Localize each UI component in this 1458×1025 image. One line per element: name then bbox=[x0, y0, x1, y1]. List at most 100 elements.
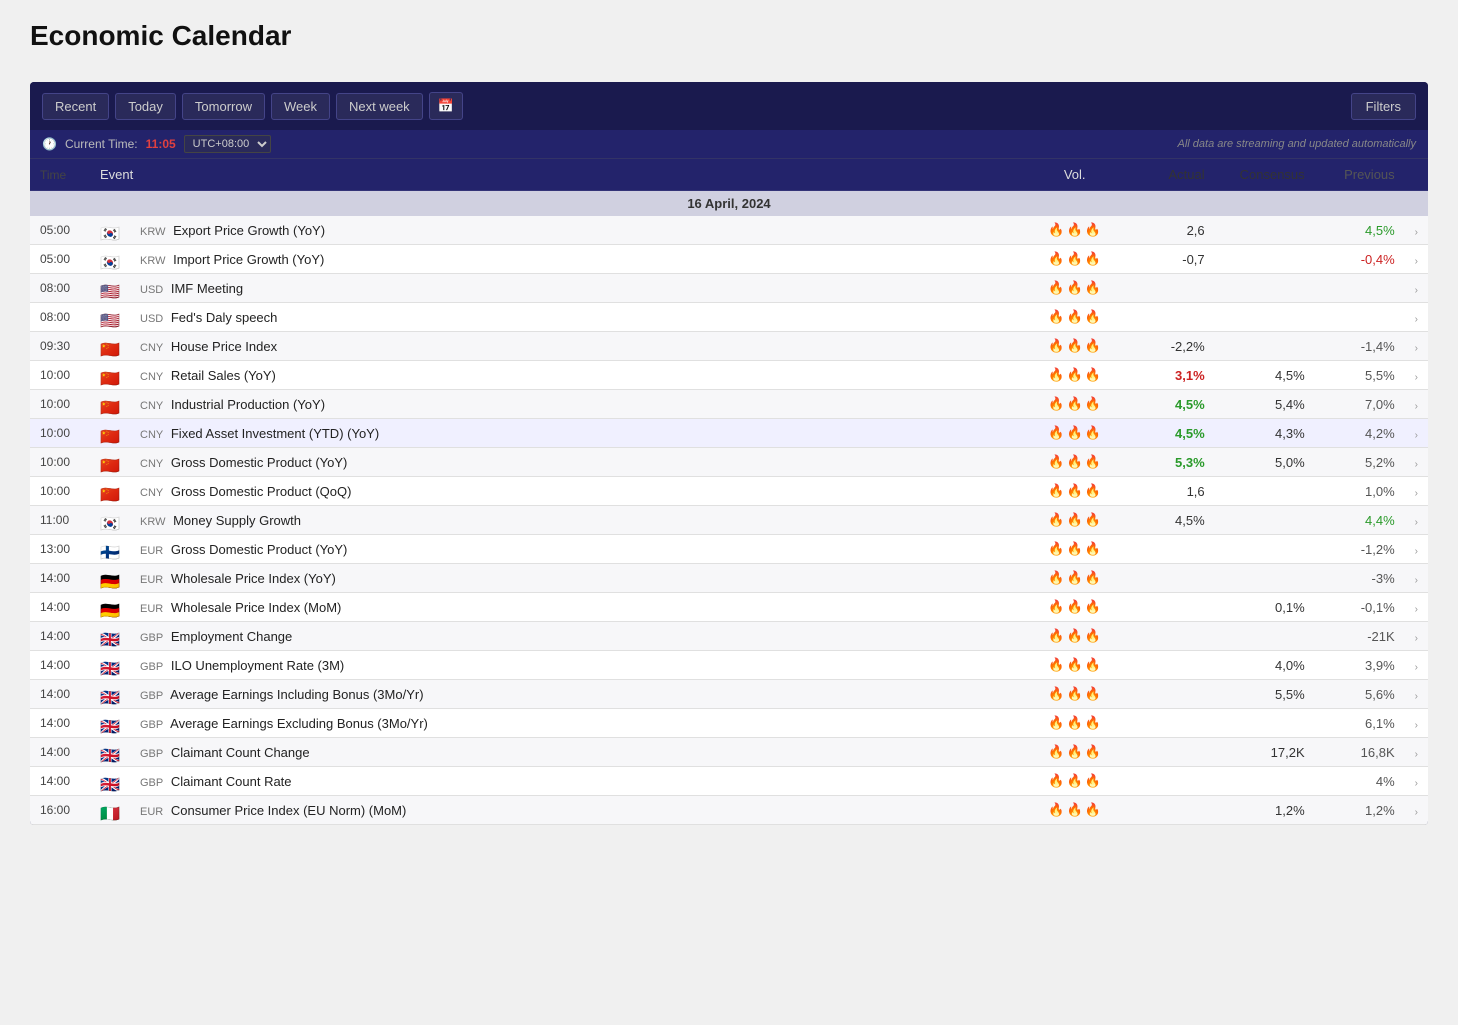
vol-dot-filled: 🔥 bbox=[1067, 773, 1083, 789]
row-arrow[interactable]: › bbox=[1405, 506, 1428, 535]
vol-dot-filled: 🔥 bbox=[1067, 686, 1083, 702]
btn-next-week[interactable]: Next week bbox=[336, 93, 423, 120]
row-arrow[interactable]: › bbox=[1405, 796, 1428, 825]
event-time: 14:00 bbox=[30, 651, 90, 680]
vol-dot-filled: 🔥 bbox=[1067, 222, 1083, 238]
row-arrow[interactable]: › bbox=[1405, 709, 1428, 738]
vol-dot-filled: 🔥 bbox=[1048, 309, 1064, 325]
row-arrow[interactable]: › bbox=[1405, 680, 1428, 709]
btn-tomorrow[interactable]: Tomorrow bbox=[182, 93, 265, 120]
table-row[interactable]: 10:00 🇨🇳 CNY Retail Sales (YoY) 🔥🔥🔥 3,1%… bbox=[30, 361, 1428, 390]
previous-value: 4,5% bbox=[1315, 216, 1405, 245]
table-row[interactable]: 10:00 🇨🇳 CNY Gross Domestic Product (QoQ… bbox=[30, 477, 1428, 506]
table-row[interactable]: 16:00 🇮🇹 EUR Consumer Price Index (EU No… bbox=[30, 796, 1428, 825]
btn-recent[interactable]: Recent bbox=[42, 93, 109, 120]
country-flag: 🇰🇷 bbox=[100, 224, 120, 238]
streaming-note: All data are streaming and updated autom… bbox=[1178, 138, 1416, 150]
row-arrow[interactable]: › bbox=[1405, 651, 1428, 680]
table-row[interactable]: 14:00 🇬🇧 GBP Employment Change 🔥🔥🔥 -21K … bbox=[30, 622, 1428, 651]
vol-dot-filled: 🔥 bbox=[1048, 657, 1064, 673]
vol-dot-filled: 🔥 bbox=[1067, 657, 1083, 673]
currency-label: CNY bbox=[140, 400, 163, 412]
row-arrow[interactable]: › bbox=[1405, 738, 1428, 767]
currency-label: CNY bbox=[140, 371, 163, 383]
event-time: 11:00 bbox=[30, 506, 90, 535]
row-arrow[interactable]: › bbox=[1405, 419, 1428, 448]
table-row[interactable]: 14:00 🇬🇧 GBP ILO Unemployment Rate (3M) … bbox=[30, 651, 1428, 680]
consensus-value: 17,2K bbox=[1215, 738, 1315, 767]
row-arrow[interactable]: › bbox=[1405, 593, 1428, 622]
header-event: Event bbox=[90, 159, 1025, 191]
table-row[interactable]: 14:00 🇬🇧 GBP Average Earnings Excluding … bbox=[30, 709, 1428, 738]
calendar-icon-button[interactable]: 📅 bbox=[429, 92, 463, 120]
flag-cell: 🇬🇧 bbox=[90, 651, 130, 680]
row-arrow[interactable]: › bbox=[1405, 245, 1428, 274]
consensus-value bbox=[1215, 477, 1315, 506]
row-arrow[interactable]: › bbox=[1405, 274, 1428, 303]
event-time: 14:00 bbox=[30, 593, 90, 622]
flag-cell: 🇬🇧 bbox=[90, 767, 130, 796]
event-time: 05:00 bbox=[30, 245, 90, 274]
vol-dot-filled: 🔥 bbox=[1085, 222, 1101, 238]
table-row[interactable]: 14:00 🇬🇧 GBP Claimant Count Rate 🔥🔥🔥 4% … bbox=[30, 767, 1428, 796]
current-time-value: 11:05 bbox=[146, 137, 176, 151]
event-time: 13:00 bbox=[30, 535, 90, 564]
flag-cell: 🇨🇳 bbox=[90, 361, 130, 390]
row-arrow[interactable]: › bbox=[1405, 564, 1428, 593]
table-row[interactable]: 08:00 🇺🇸 USD Fed's Daly speech 🔥🔥🔥 › bbox=[30, 303, 1428, 332]
event-name: Wholesale Price Index (YoY) bbox=[171, 571, 336, 586]
table-row[interactable]: 14:00 🇬🇧 GBP Average Earnings Including … bbox=[30, 680, 1428, 709]
flag-cell: 🇬🇧 bbox=[90, 680, 130, 709]
row-arrow[interactable]: › bbox=[1405, 332, 1428, 361]
country-flag: 🇬🇧 bbox=[100, 630, 120, 644]
btn-week[interactable]: Week bbox=[271, 93, 330, 120]
previous-value: 6,1% bbox=[1315, 709, 1405, 738]
table-row[interactable]: 10:00 🇨🇳 CNY Gross Domestic Product (YoY… bbox=[30, 448, 1428, 477]
consensus-value: 5,0% bbox=[1215, 448, 1315, 477]
filters-button[interactable]: Filters bbox=[1351, 93, 1416, 120]
actual-value bbox=[1125, 738, 1215, 767]
btn-today[interactable]: Today bbox=[115, 93, 176, 120]
consensus-value: 0,1% bbox=[1215, 593, 1315, 622]
table-row[interactable]: 10:00 🇨🇳 CNY Industrial Production (YoY)… bbox=[30, 390, 1428, 419]
page-title: Economic Calendar bbox=[30, 20, 1428, 52]
row-arrow[interactable]: › bbox=[1405, 448, 1428, 477]
table-row[interactable]: 13:00 🇫🇮 EUR Gross Domestic Product (YoY… bbox=[30, 535, 1428, 564]
vol-dot-filled: 🔥 bbox=[1085, 773, 1101, 789]
vol-dot-filled: 🔥 bbox=[1085, 512, 1101, 528]
vol-dot-filled: 🔥 bbox=[1085, 570, 1101, 586]
country-flag: 🇬🇧 bbox=[100, 688, 120, 702]
table-row[interactable]: 05:00 🇰🇷 KRW Export Price Growth (YoY) 🔥… bbox=[30, 216, 1428, 245]
row-arrow[interactable]: › bbox=[1405, 622, 1428, 651]
vol-dot-filled: 🔥 bbox=[1048, 744, 1064, 760]
consensus-value bbox=[1215, 709, 1315, 738]
event-details: USD Fed's Daly speech bbox=[130, 303, 1025, 332]
table-row[interactable]: 05:00 🇰🇷 KRW Import Price Growth (YoY) 🔥… bbox=[30, 245, 1428, 274]
row-arrow[interactable]: › bbox=[1405, 535, 1428, 564]
table-row[interactable]: 08:00 🇺🇸 USD IMF Meeting 🔥🔥🔥 › bbox=[30, 274, 1428, 303]
table-row[interactable]: 11:00 🇰🇷 KRW Money Supply Growth 🔥🔥🔥 4,5… bbox=[30, 506, 1428, 535]
table-row[interactable]: 14:00 🇩🇪 EUR Wholesale Price Index (YoY)… bbox=[30, 564, 1428, 593]
table-row[interactable]: 10:00 🇨🇳 CNY Fixed Asset Investment (YTD… bbox=[30, 419, 1428, 448]
volatility-cell: 🔥🔥🔥 bbox=[1025, 593, 1125, 622]
row-arrow[interactable]: › bbox=[1405, 477, 1428, 506]
previous-value: 5,6% bbox=[1315, 680, 1405, 709]
event-details: EUR Gross Domestic Product (YoY) bbox=[130, 535, 1025, 564]
table-row[interactable]: 14:00 🇩🇪 EUR Wholesale Price Index (MoM)… bbox=[30, 593, 1428, 622]
row-arrow[interactable]: › bbox=[1405, 767, 1428, 796]
row-arrow[interactable]: › bbox=[1405, 216, 1428, 245]
row-arrow[interactable]: › bbox=[1405, 390, 1428, 419]
country-flag: 🇨🇳 bbox=[100, 398, 120, 412]
previous-value: 3,9% bbox=[1315, 651, 1405, 680]
country-flag: 🇩🇪 bbox=[100, 601, 120, 615]
table-row[interactable]: 14:00 🇬🇧 GBP Claimant Count Change 🔥🔥🔥 1… bbox=[30, 738, 1428, 767]
actual-value: 2,6 bbox=[1125, 216, 1215, 245]
table-row[interactable]: 09:30 🇨🇳 CNY House Price Index 🔥🔥🔥 -2,2%… bbox=[30, 332, 1428, 361]
vol-dot-filled: 🔥 bbox=[1048, 541, 1064, 557]
country-flag: 🇨🇳 bbox=[100, 485, 120, 499]
table-container[interactable]: Time Event Vol. Actual Consensus Previou… bbox=[30, 159, 1428, 825]
row-arrow[interactable]: › bbox=[1405, 361, 1428, 390]
timezone-select[interactable]: UTC+08:00 UTC+00:00 UTC-05:00 bbox=[184, 135, 271, 153]
row-arrow[interactable]: › bbox=[1405, 303, 1428, 332]
vol-dot-filled: 🔥 bbox=[1085, 309, 1101, 325]
